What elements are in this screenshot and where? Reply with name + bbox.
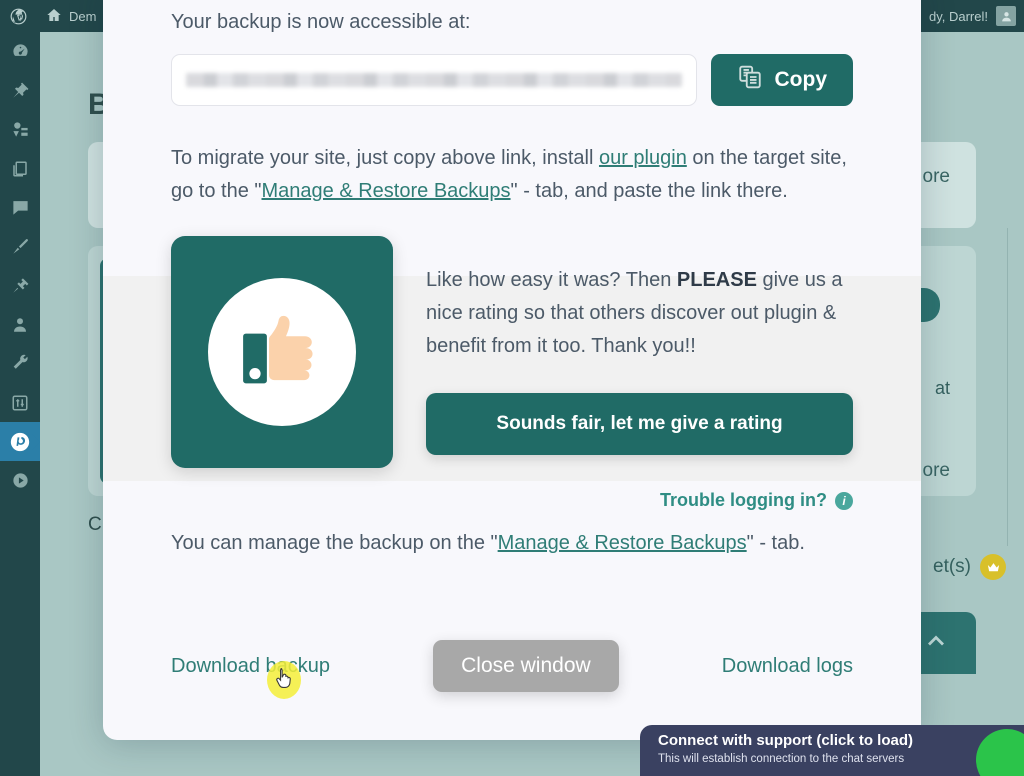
manage-text-part1: You can manage the backup on the " [171,532,498,554]
trouble-logging-in-label: Trouble logging in? [660,490,827,510]
sidebar-item-settings[interactable] [0,383,40,422]
wrench-icon [11,354,30,373]
background-more-link-1: ore [922,166,950,187]
sliders-icon [11,394,29,412]
background-more-link-2: ore [922,460,950,481]
our-plugin-link[interactable]: our plugin [599,147,687,169]
copy-button-label: Copy [774,68,828,91]
background-tickets-label: et(s) [933,556,971,577]
pages-icon [11,160,29,178]
backup-modal: Your backup is now accessible at: Copy T… [103,0,921,740]
manage-restore-backups-link-1[interactable]: Manage & Restore Backups [262,180,511,202]
sidebar-item-media[interactable] [0,110,40,149]
rating-text: Like how easy it was? Then PLEASE give u… [426,264,853,363]
info-icon: i [835,491,853,510]
download-backup-label: Download backup [171,654,330,677]
sidebar-item-appearance[interactable] [0,227,40,266]
user-icon [11,316,29,334]
avatar [996,6,1016,26]
site-name-label: Dem [69,8,97,24]
home-icon [46,7,62,26]
chevron-up-icon [922,627,950,660]
migrate-text-part1: To migrate your site, just copy above li… [171,147,599,169]
manage-backup-text: You can manage the backup on the "Manage… [171,529,853,558]
dashboard-icon [11,42,30,61]
backup-link-input[interactable] [171,54,697,106]
download-logs-link[interactable]: Download logs [722,655,853,678]
download-backup-link[interactable]: Download backup [171,654,330,699]
sidebar-item-plugins[interactable] [0,266,40,305]
copy-button[interactable]: Copy [710,54,853,106]
close-window-button[interactable]: Close window [433,640,619,692]
thumbs-up-card [171,236,393,468]
comment-icon [11,198,30,217]
masked-link-value [186,73,682,87]
manage-restore-backups-link-2[interactable]: Manage & Restore Backups [498,532,747,554]
sidebar-item-backup-plugin[interactable] [0,422,40,461]
support-widget-title: Connect with support (click to load) [658,732,913,749]
sidebar-item-posts[interactable] [0,71,40,110]
sidebar-item-media-player[interactable] [0,461,40,500]
background-divider [1007,228,1008,546]
screen: Dem dy, Darrel! B ore at ore C et(s) You… [0,0,1024,776]
thumbs-up-icon [208,278,356,426]
play-circle-icon [11,471,30,490]
sidebar-item-dashboard[interactable] [0,32,40,71]
rating-section: Like how easy it was? Then PLEASE give u… [171,236,853,468]
background-at-label: at [934,378,950,398]
blogvault-logo-icon [9,431,31,453]
admin-bar-account[interactable]: dy, Darrel! [929,0,1016,32]
rating-text-part1: Like how easy it was? Then [426,269,677,291]
migrate-text-part3: " - tab, and paste the link there. [510,180,788,202]
media-icon [11,120,30,139]
backup-link-row: Copy [171,54,853,106]
rating-copy: Like how easy it was? Then PLEASE give u… [426,236,853,455]
rating-text-bold: PLEASE [676,269,757,291]
modal-footer: Download backup Close window Download lo… [171,640,853,699]
paintbrush-icon [11,237,30,256]
background-tickets: et(s) [933,554,1006,580]
sidebar-item-pages[interactable] [0,149,40,188]
sidebar-item-tools[interactable] [0,344,40,383]
plug-icon [11,276,30,295]
crown-icon [980,554,1006,580]
site-name-menu[interactable]: Dem [37,0,105,32]
wordpress-logo-icon[interactable] [0,0,37,32]
give-rating-button[interactable]: Sounds fair, let me give a rating [426,393,853,455]
copy-icon [737,64,763,96]
greeting-label: dy, Darrel! [929,8,988,24]
modal-lead-text: Your backup is now accessible at: [171,11,471,33]
admin-sidebar [0,32,40,776]
sidebar-item-users[interactable] [0,305,40,344]
migrate-instructions: To migrate your site, just copy above li… [171,142,853,208]
trouble-logging-in[interactable]: Trouble logging in? i [171,490,853,511]
support-widget[interactable]: Connect with support (click to load) Thi… [640,725,1024,776]
manage-text-part2: " - tab. [746,532,805,554]
sidebar-item-comments[interactable] [0,188,40,227]
pin-icon [11,81,30,100]
support-widget-subtitle: This will establish connection to the ch… [658,753,905,766]
